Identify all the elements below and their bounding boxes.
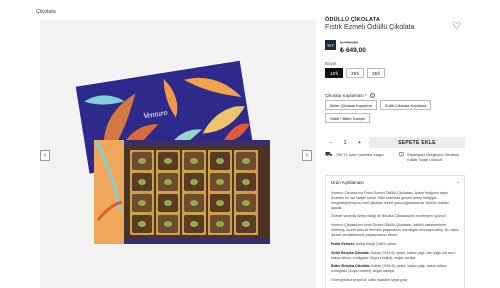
ingredient-label: Sütlü Belçika Çikolata: [331,250,370,255]
gift-feature: ⊡ Siparişiniz Dorgeyun Verilene Kadar Sa… [399,152,465,163]
size-option-35[interactable]: 35'li [367,68,385,78]
coating-options: Bitter Çikolata Kaplama Sütlü Çikolata K… [325,100,465,123]
coating-option-mixed[interactable]: Sütlü / Bitter Karışık [325,113,371,123]
product-info-panel: ÖDÜLLÜ ÇİKOLATA Fıstık Ezmeli Ödüllü Çik… [325,0,465,288]
description-paragraph: Venturo Çikolata'nın Fıstık Ezmeli Ödüll… [331,191,450,210]
coating-option-sutlu[interactable]: Sütlü Çikolata Kaplama [379,100,432,110]
size-label: Boyut [325,61,337,66]
gift-text: Siparişiniz Dorgeyun Verilene Kadar Sade… [407,152,460,163]
ingredient-text: Gramajında kıvrıyoruz, katkı maddesi vey… [331,278,408,283]
favorite-heart-icon[interactable]: ♡ [452,22,461,32]
gift-icon: ⊡ [399,152,405,158]
chocolate-box-illustration: Venturo [75,60,270,244]
gallery-next-button[interactable]: › [302,150,312,161]
free-shipping-feature: ⛟ 750 TL üzeri ücretsiz kargo [325,152,387,158]
ingredient-line: Fıstık Ezmesi: Antep fıstığı (%80), şeke… [331,242,459,247]
coating-label: Çikolata Kaplaması * i [325,93,376,98]
chevron-left-icon: ‹ [43,152,47,159]
ingredient-line: Sütlü Belçika Çikolata: Kakao (%33,6), ş… [331,251,459,261]
coating-option-bitter[interactable]: Bitter Çikolata Kaplama [325,100,377,110]
description-paragraph: Venturo Çikolata'nın fıstık Ezmeli Ödüll… [331,223,459,237]
discount-badge: %7 [325,40,336,50]
size-selector: 15'li 25'li 35'li [325,68,385,78]
ingredient-label: Bitter Belçika Çikolata: [331,264,371,269]
description-title: Ürün Açıklaması [331,180,364,185]
coating-label-text: Çikolata Kaplaması * [325,93,367,98]
free-shipping-text: 750 TL üzeri ücretsiz kargo [335,152,384,157]
gallery-prev-button[interactable]: ‹ [40,150,50,161]
quantity-stepper: − 1 + [325,137,365,148]
current-price: ₺ 649,00 [340,47,366,54]
description-header[interactable]: Ürün Açıklaması − [331,180,459,186]
size-option-15[interactable]: 15'li [325,68,343,78]
product-title: Fıstık Ezmeli Ödüllü Çikolata [325,24,415,31]
size-option-25[interactable]: 25'li [346,68,364,78]
product-description: Ürün Açıklaması − Venturo Çikolata'nın F… [325,175,465,288]
add-to-cart-button[interactable]: SEPETE EKLE [369,137,465,148]
ingredient-line: Gramajında kıvrıyoruz, katkı maddesi vey… [331,278,459,283]
breadcrumb[interactable]: Çikolata [36,9,56,15]
info-icon[interactable]: i [370,93,376,98]
ingredient-text: Antep fıstığı (%80), şeker [355,241,397,246]
collapse-icon[interactable]: − [456,180,459,186]
product-brand: ÖDÜLLÜ ÇİKOLATA [325,17,381,23]
chevron-right-icon: › [305,152,309,159]
product-image: Venturo [40,20,316,288]
ingredient-line: Bitter Belçika Çikolata: Kakao (%54,5), … [331,264,459,274]
qty-value[interactable]: 1 [343,140,346,146]
truck-icon: ⛟ [325,152,333,158]
ingredient-label: Fıstık Ezmesi: [331,241,355,246]
qty-minus-button[interactable]: − [329,140,332,146]
qty-plus-button[interactable]: + [358,140,361,146]
description-paragraph: Özenle seçilmiş Antep fıstığı ile Belçik… [331,214,446,219]
